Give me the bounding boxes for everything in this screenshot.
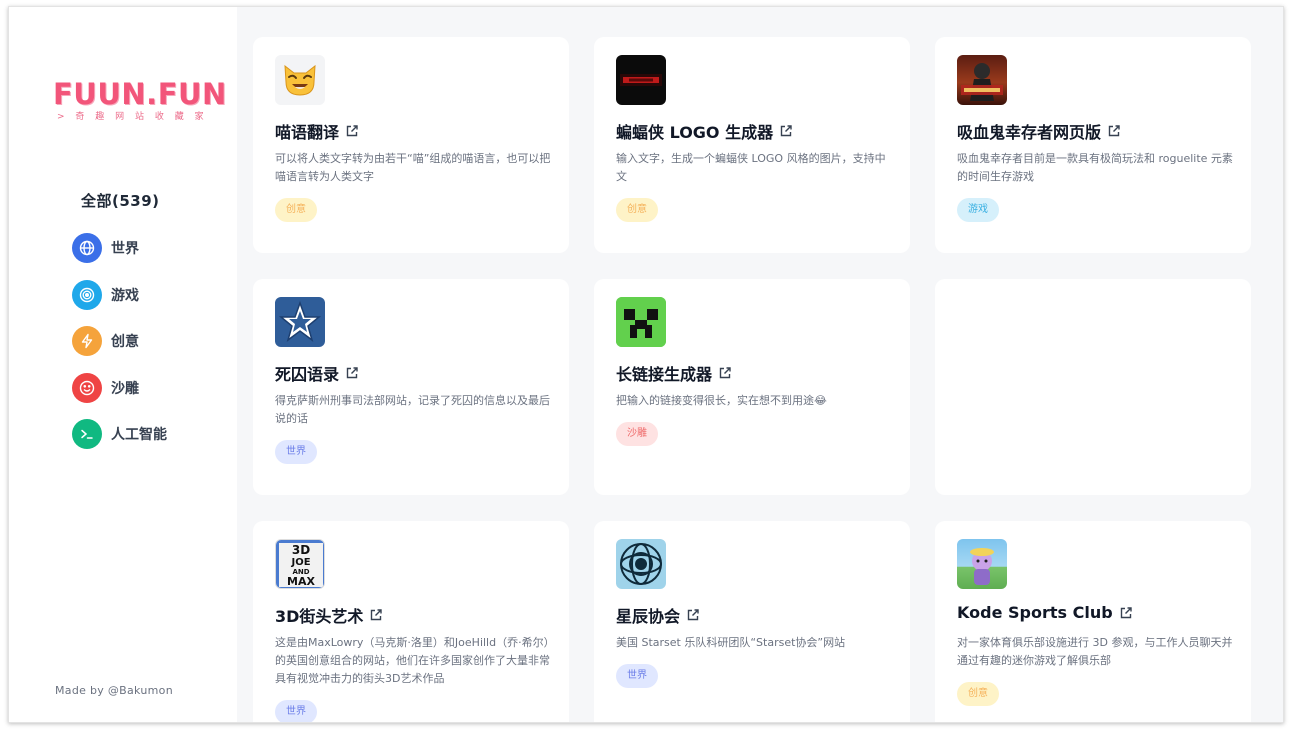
category-tag[interactable]: 世界	[616, 664, 658, 688]
thumb-text-3d: 3D	[292, 543, 310, 557]
card-description: 美国 Starset 乐队科研团队“Starset协会”网站	[616, 636, 846, 649]
nav-label-ai: 人工智能	[111, 427, 167, 444]
nav-label-funny: 沙雕	[111, 380, 139, 397]
card-description: 可以将人类文字转为由若干“喵”组成的喵语言，也可以把喵语言转为人类文字	[275, 152, 551, 183]
thumb-text-joe: JOE	[290, 557, 310, 568]
card-description: 得克萨斯州刑事司法部网站，记录了死囚的信息以及最后说的话	[275, 394, 550, 425]
cat-icon	[284, 64, 316, 96]
site-card[interactable]: 死囚语录 得克萨斯州刑事司法部网站，记录了死囚的信息以及最后说的话 世界	[253, 279, 569, 495]
site-card[interactable]: Kode Sports Club 对一家体育俱乐部设施进行 3D 参观，与工作人…	[935, 521, 1251, 722]
card-thumbnail	[275, 55, 325, 105]
lightning-icon	[72, 326, 102, 357]
category-tag[interactable]: 创意	[957, 682, 999, 706]
external-link-icon	[346, 125, 358, 137]
nav-all-category[interactable]: 全部(539)	[81, 190, 160, 211]
card-title-text: 喵语翻译	[275, 123, 340, 142]
card-title-text: Kode Sports Club	[957, 603, 1113, 622]
category-tag[interactable]: 创意	[275, 198, 317, 222]
card-thumbnail	[616, 539, 666, 589]
external-link-icon	[346, 367, 358, 379]
site-card[interactable]: 蝙蝠侠 LOGO 生成器 输入文字，生成一个蝙蝠侠 LOGO 风格的图片，支持中…	[594, 37, 910, 253]
starset-orb-icon	[620, 543, 662, 585]
category-tag[interactable]: 沙雕	[616, 422, 658, 446]
card-thumbnail	[957, 55, 1007, 105]
site-card[interactable]: 吸血鬼幸存者网页版 吸血鬼幸存者目前是一款具有极简玩法和 roguelite 元…	[935, 37, 1251, 253]
browser-frame: FUUN.FUN > 奇 趣 网 站 收 藏 家 全部(539) 世界 游戏 创…	[8, 6, 1284, 723]
category-tag[interactable]: 创意	[616, 198, 658, 222]
card-description: 对一家体育俱乐部设施进行 3D 参观，与工作人员聊天并通过有趣的迷你游戏了解俱乐…	[957, 636, 1233, 667]
external-link-icon	[780, 125, 792, 137]
site-card[interactable]: 星辰协会 美国 Starset 乐队科研团队“Starset协会”网站 世界	[594, 521, 910, 722]
logo-wordmark: FUUN.FUN	[53, 77, 227, 111]
card-title[interactable]: 喵语翻译	[275, 119, 359, 143]
thumb-text-max: MAX	[287, 575, 315, 588]
vampire-survivors-icon	[961, 63, 1003, 101]
target-icon	[72, 279, 102, 310]
card-description-text: 把输入的链接变得很长，实在想不到用途	[616, 394, 814, 407]
batman-logo-icon	[620, 74, 662, 86]
external-link-icon	[687, 609, 699, 621]
category-tag[interactable]: 世界	[275, 440, 317, 464]
external-link-icon	[1108, 125, 1120, 137]
card-title[interactable]: 吸血鬼幸存者网页版	[957, 119, 1121, 143]
card-title-text: 长链接生成器	[616, 365, 713, 384]
card-description: 吸血鬼幸存者目前是一款具有极简玩法和 roguelite 元素的时间生存游戏	[957, 152, 1233, 183]
laughing-emoji: 😂	[814, 394, 827, 407]
card-title-text: 死囚语录	[275, 365, 340, 384]
card-title[interactable]: 长链接生成器	[616, 361, 732, 385]
3d-joe-max-icon: 3D JOE AND MAX	[276, 540, 324, 588]
card-thumbnail	[275, 297, 325, 347]
card-title[interactable]: 死囚语录	[275, 361, 359, 385]
globe-icon	[72, 233, 102, 264]
card-description: 把输入的链接变得很长，实在想不到用途😂	[616, 392, 892, 410]
nav-item-world[interactable]: 世界	[72, 225, 167, 272]
site-card-empty	[935, 279, 1251, 495]
nav-item-games[interactable]: 游戏	[72, 272, 167, 319]
nav-item-ai[interactable]: 人工智能	[72, 411, 167, 458]
terminal-icon	[72, 419, 102, 450]
card-description: 输入文字，生成一个蝙蝠侠 LOGO 风格的图片，支持中文	[616, 152, 886, 183]
star-icon	[278, 300, 322, 342]
nav-item-creative[interactable]: 创意	[72, 318, 167, 365]
made-by-credit[interactable]: Made by @Bakumon	[55, 684, 173, 697]
kode-club-character-icon	[970, 548, 994, 585]
site-card[interactable]: 喵语翻译 可以将人类文字转为由若干“喵”组成的喵语言，也可以把喵语言转为人类文字…	[253, 37, 569, 253]
site-card[interactable]: 长链接生成器 把输入的链接变得很长，实在想不到用途😂 沙雕	[594, 279, 910, 495]
nav-item-funny[interactable]: 沙雕	[72, 365, 167, 412]
card-title[interactable]: Kode Sports Club	[957, 603, 1133, 622]
category-tag[interactable]: 游戏	[957, 198, 999, 222]
card-thumbnail	[957, 539, 1007, 589]
logo-subtitle: > 奇 趣 网 站 收 藏 家	[57, 112, 208, 122]
site-card[interactable]: 3D JOE AND MAX 3D街头艺术 这是由MaxLowry（马克斯·洛里…	[253, 521, 569, 722]
external-link-icon	[719, 367, 731, 379]
category-nav: 世界 游戏 创意 沙雕 人工智能	[72, 225, 167, 458]
site-logo[interactable]: FUUN.FUN > 奇 趣 网 站 收 藏 家	[53, 77, 227, 123]
card-title-text: 蝙蝠侠 LOGO 生成器	[616, 123, 774, 142]
nav-label-games: 游戏	[111, 287, 139, 304]
nav-label-world: 世界	[111, 241, 139, 258]
sidebar: FUUN.FUN > 奇 趣 网 站 收 藏 家 全部(539) 世界 游戏 创…	[9, 7, 237, 722]
card-thumbnail	[616, 297, 666, 347]
category-tag[interactable]: 世界	[275, 700, 317, 722]
card-thumbnail	[616, 55, 666, 105]
card-description: 这是由MaxLowry（马克斯·洛里）和JoeHilld（乔·希尔）的英国创意组…	[275, 636, 550, 685]
nav-label-creative: 创意	[111, 334, 139, 351]
card-title[interactable]: 蝙蝠侠 LOGO 生成器	[616, 119, 793, 143]
external-link-icon	[1120, 606, 1132, 618]
card-title-text: 吸血鬼幸存者网页版	[957, 123, 1102, 142]
card-title[interactable]: 3D街头艺术	[275, 603, 383, 627]
smile-icon	[72, 372, 102, 403]
card-title-text: 星辰协会	[616, 607, 681, 626]
external-link-icon	[371, 609, 383, 621]
main-content: 喵语翻译 可以将人类文字转为由若干“喵”组成的喵语言，也可以把喵语言转为人类文字…	[237, 7, 1283, 722]
card-title[interactable]: 星辰协会	[616, 603, 700, 627]
card-title-text: 3D街头艺术	[275, 607, 364, 626]
creeper-icon	[616, 297, 666, 347]
card-thumbnail: 3D JOE AND MAX	[275, 539, 325, 589]
